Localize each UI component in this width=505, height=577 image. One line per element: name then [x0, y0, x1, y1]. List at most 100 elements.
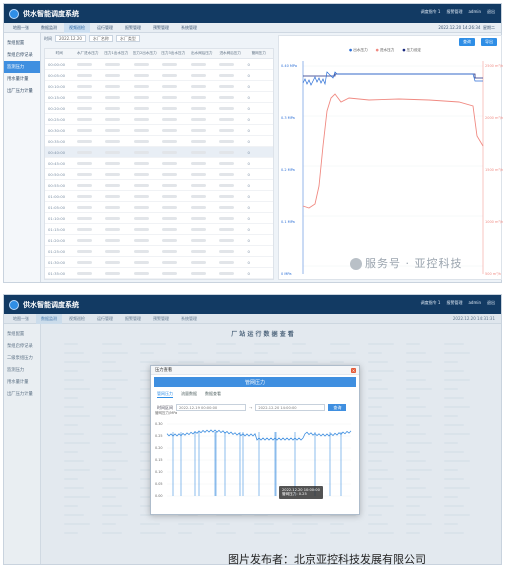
table-row[interactable]: 00:15:00 0	[45, 92, 273, 103]
modal-title: 压力查看	[151, 366, 359, 375]
nav-item[interactable]: 运行管理	[92, 23, 118, 33]
y-tick-label: 0.00	[155, 494, 163, 498]
table-cell-time: 01:30:00	[48, 259, 66, 265]
pressure-chart: 0.40 MPa 0.3 MPa 0.2 MPa 0.1 MPa 0 MPa 2500 …	[281, 61, 503, 276]
table-cell-value: 0	[247, 83, 250, 89]
table-cell-blurred	[188, 257, 217, 267]
table-row[interactable]: 00:10:00 0	[45, 81, 273, 92]
date-input[interactable]: 2022.12.20	[55, 35, 86, 42]
table-row[interactable]: 01:15:00 0	[45, 224, 273, 235]
table-row[interactable]: 00:40:00 0	[45, 147, 273, 158]
table-cell-value: 0	[247, 259, 250, 265]
nav-item[interactable]: 系统管理	[176, 23, 202, 33]
alarm-link[interactable]: 报警管理	[446, 300, 462, 306]
table-row[interactable]: 01:30:00 0	[45, 257, 273, 268]
table-row[interactable]: 01:25:00 0	[45, 246, 273, 257]
tab-data[interactable]: 数据查看	[205, 391, 221, 398]
table-cell-blurred	[131, 235, 160, 245]
table-row[interactable]: 01:40:00 0	[45, 279, 273, 280]
type-select[interactable]: 水厂类型	[115, 35, 140, 42]
table-row[interactable]: 00:20:00 0	[45, 103, 273, 114]
table-cell-value: 0	[247, 226, 250, 232]
table-cell-blurred	[159, 147, 188, 157]
table-cell-blurred	[216, 158, 245, 168]
table-row[interactable]: 01:20:00 0	[45, 235, 273, 246]
table-cell-value: 0	[247, 160, 250, 166]
table-cell-blurred	[188, 180, 217, 190]
user-link[interactable]: 调度指令 1	[421, 300, 441, 306]
end-input[interactable]: 2022-12-20 14:00:00	[255, 404, 326, 411]
nav-item[interactable]: 报警管理	[120, 23, 146, 33]
table-cell-blurred	[74, 103, 103, 113]
admin-link[interactable]: admin	[468, 300, 481, 306]
sidebar-item[interactable]: 泵组配置	[4, 37, 40, 49]
table-row[interactable]: 00:45:00 0	[45, 158, 273, 169]
table-cell-time: 01:25:00	[48, 248, 66, 254]
sidebar-item-active[interactable]: 监测压力	[4, 61, 40, 73]
table-row[interactable]: 01:35:00 0	[45, 268, 273, 279]
sidebar-item[interactable]: 出厂压力计量	[4, 85, 40, 97]
exit-link[interactable]: 退出	[487, 9, 495, 15]
table-cell-blurred	[188, 246, 217, 256]
table-cell-blurred	[159, 213, 188, 223]
left-tick-label: 0.2 MPa	[281, 168, 295, 172]
modal-query-button[interactable]: 查询	[328, 404, 347, 411]
table-row[interactable]: 00:35:00 0	[45, 136, 273, 147]
table-row[interactable]: 00:25:00 0	[45, 114, 273, 125]
tab-pressure[interactable]: 管网压力	[157, 391, 173, 398]
table-cell-blurred	[159, 268, 188, 278]
table-row[interactable]: 00:05:00 0	[45, 70, 273, 81]
table-cell-value: 0	[247, 116, 250, 122]
table-cell-value: 0	[247, 127, 250, 133]
table-row[interactable]: 00:55:00 0	[45, 180, 273, 191]
alarm-link[interactable]: 报警管理	[446, 9, 462, 15]
table-cell-blurred	[74, 202, 103, 212]
table-row[interactable]: 01:05:00 0	[45, 202, 273, 213]
datetime: 2022.12.20 14:26:34 星期二	[438, 24, 495, 30]
table-row[interactable]: 01:00:00 0	[45, 191, 273, 202]
table-row[interactable]: 00:00:00 0	[45, 59, 273, 70]
table-cell-blurred	[131, 213, 160, 223]
table-cell-blurred	[216, 125, 245, 135]
table-cell-blurred	[131, 59, 160, 69]
query-bar: 时间 2022.12.20 水厂名称 水厂类型	[44, 35, 140, 42]
y-tick-label: 0.30	[155, 422, 163, 426]
admin-link[interactable]: admin	[468, 9, 481, 15]
table-row[interactable]: 01:10:00 0	[45, 213, 273, 224]
table-row[interactable]: 00:30:00 0	[45, 125, 273, 136]
table-cell-blurred	[102, 257, 131, 267]
table-cell-blurred	[159, 180, 188, 190]
nav-item[interactable]: 地图一张	[8, 23, 34, 33]
table-cell-blurred	[102, 92, 131, 102]
tab-flow[interactable]: 流量数据	[181, 391, 197, 398]
table-header-cell: 水厂进水压力	[76, 51, 99, 55]
table-cell-blurred	[188, 103, 217, 113]
table-cell-value: 0	[247, 193, 250, 199]
close-icon[interactable]: ×	[351, 368, 356, 373]
sidebar-item[interactable]: 用水量计量	[4, 73, 40, 85]
nav-item-active[interactable]: 视频巡检	[64, 22, 90, 33]
table-cell-blurred	[74, 92, 103, 102]
table-cell-blurred	[159, 136, 188, 146]
table-cell-blurred	[131, 81, 160, 91]
modal-query: 时间区间 2022-12-19 00:00:00 → 2022-12-20 14…	[151, 400, 359, 415]
user-link[interactable]: 调度指令 1	[421, 9, 441, 15]
table-cell-blurred	[74, 114, 103, 124]
table-cell-blurred	[131, 125, 160, 135]
table-header-cell: 压力1出水压力	[104, 51, 129, 55]
sidebar-item[interactable]: 泵组启停记录	[4, 49, 40, 61]
table-header-cell: 压力3出水压力	[161, 51, 186, 55]
table-cell-blurred	[131, 158, 160, 168]
table-cell-blurred	[188, 92, 217, 102]
table-cell-blurred	[159, 59, 188, 69]
factory-select[interactable]: 水厂名称	[88, 35, 113, 42]
table-cell-time: 01:40:00	[45, 279, 74, 280]
nav-item[interactable]: 预警管理	[148, 23, 174, 33]
table-cell-blurred	[131, 191, 160, 201]
table-cell-blurred	[159, 257, 188, 267]
nav-item[interactable]: 数据监测	[36, 23, 62, 33]
table-cell-time: 00:50:00	[48, 171, 66, 177]
exit-link[interactable]: 退出	[487, 300, 495, 306]
table-row[interactable]: 00:50:00 0	[45, 169, 273, 180]
start-input[interactable]: 2022-12-19 00:00:00	[176, 404, 246, 411]
